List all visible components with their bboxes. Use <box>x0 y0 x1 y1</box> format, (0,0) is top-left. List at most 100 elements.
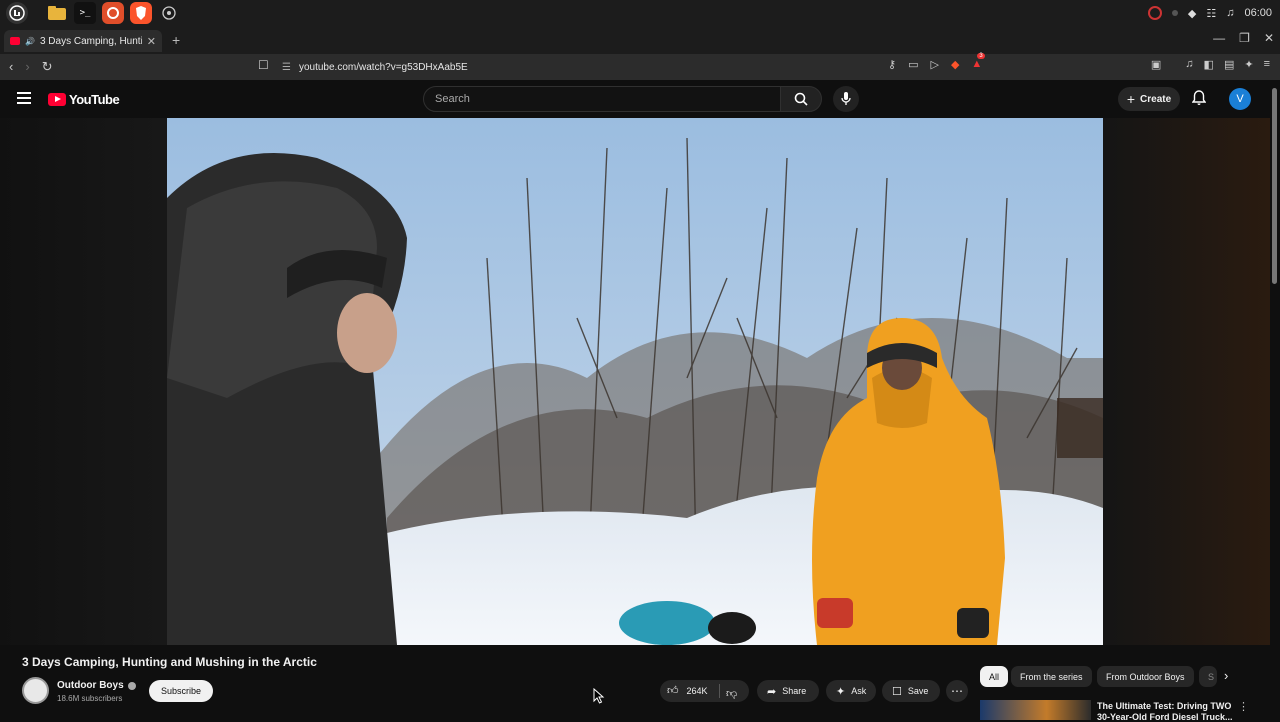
hamburger-menu-icon[interactable] <box>17 92 31 107</box>
save-button[interactable]: ☐ Save <box>882 680 940 702</box>
rewards-icon[interactable]: ▲ 3 <box>971 53 985 71</box>
chip-from-channel[interactable]: From Outdoor Boys <box>1097 666 1194 687</box>
more-dots-icon: ⋯ <box>951 684 963 698</box>
shield-icon[interactable]: ◆ <box>1188 7 1196 20</box>
thumbs-down-icon: 👎︎ <box>726 688 738 700</box>
like-count: 264K <box>686 685 708 696</box>
recommendation-title[interactable]: The Ultimate Test: Driving TWO <box>1097 700 1232 712</box>
plus-icon: + <box>1126 91 1136 107</box>
firefox-icon[interactable] <box>102 2 124 24</box>
address-bar-actions: ⚷ ▭ ▷ ◆ ▲ 3 <box>888 53 985 71</box>
channel-name: Outdoor Boys <box>57 680 124 691</box>
terminal-icon[interactable]: >_ <box>74 2 96 24</box>
wallet-icon[interactable]: ▤ <box>1224 58 1234 71</box>
ask-label: Ask <box>851 686 867 696</box>
menu-icon[interactable]: ≡ <box>1264 58 1270 71</box>
key-icon[interactable]: ⚷ <box>888 58 896 71</box>
chevron-right-icon[interactable]: › <box>1224 668 1228 683</box>
brave-icon[interactable] <box>130 2 152 24</box>
screenshot-icon[interactable]: ▣ <box>1151 58 1161 71</box>
url-text: youtube.com/watch?v=g53DHxAab5E <box>298 61 468 73</box>
search-button[interactable] <box>780 86 822 112</box>
like-button[interactable]: 👍︎ 264K <box>667 684 708 697</box>
rewards-count: 3 <box>977 53 985 59</box>
cast-icon[interactable]: ▭ <box>908 58 918 71</box>
minimize-icon[interactable]: — <box>1213 31 1225 45</box>
sparkle-icon: ✦ <box>836 685 846 698</box>
subscribe-button[interactable]: Subscribe <box>149 680 213 702</box>
search-icon <box>794 92 808 106</box>
forward-icon[interactable]: › <box>25 59 29 75</box>
youtube-logo-text: YouTube <box>69 92 120 107</box>
search-placeholder: Search <box>435 93 470 105</box>
reload-icon[interactable]: ↻ <box>42 59 53 75</box>
video-title: 3 Days Camping, Hunting and Mushing in t… <box>22 655 317 669</box>
system-tray: ◆ ☷ ♫ 06:00 <box>1147 0 1272 26</box>
recommendation-title-line2[interactable]: 30-Year-Old Ford Diesel Truck... <box>1097 712 1233 722</box>
youtube-favicon-icon <box>10 37 20 45</box>
leo-icon[interactable]: ✦ <box>1244 58 1253 71</box>
settings-icon[interactable] <box>158 2 180 24</box>
maximize-icon[interactable]: ❐ <box>1239 31 1250 45</box>
youtube-header: YouTube Search + Create V <box>0 80 1280 118</box>
voice-search-button[interactable] <box>833 86 859 112</box>
recommendation-thumbnail[interactable] <box>980 700 1091 720</box>
dislike-button[interactable]: 👎︎ <box>726 684 737 702</box>
record-icon[interactable] <box>1147 6 1162 20</box>
like-dislike-group: 👍︎ 264K 👎︎ <box>660 680 749 702</box>
more-actions-button[interactable]: ⋯ <box>946 680 968 702</box>
close-window-icon[interactable]: ✕ <box>1264 31 1274 45</box>
channel-name-row[interactable]: Outdoor Boys <box>57 680 136 691</box>
share-label: Share <box>782 686 807 696</box>
browser-tab[interactable]: 🔊 3 Days Camping, Hunting ✕ <box>4 30 162 52</box>
subscriber-count: 18.6M subscribers <box>57 694 123 703</box>
notifications-button[interactable] <box>1191 90 1207 111</box>
music-icon[interactable]: ♫ <box>1226 7 1234 19</box>
back-icon[interactable]: ‹ <box>9 59 13 75</box>
mouse-cursor-icon <box>593 688 605 704</box>
account-avatar[interactable]: V <box>1229 88 1251 110</box>
play-media-icon[interactable]: ▷ <box>930 58 938 71</box>
chip-all[interactable]: All <box>980 666 1009 687</box>
create-button[interactable]: + Create <box>1118 87 1180 111</box>
save-label: Save <box>907 686 929 696</box>
page-scrollbar[interactable] <box>1272 88 1277 284</box>
chip-more[interactable]: S <box>1199 666 1217 687</box>
bell-icon <box>1191 90 1207 105</box>
bookmark-icon[interactable]: ☐ <box>258 58 269 72</box>
toolbar-right-icons: ▣ ♫ ◧ ▤ ✦ ≡ <box>1151 58 1270 71</box>
share-icon: ➦ <box>767 685 777 698</box>
video-player[interactable] <box>167 118 1103 645</box>
site-info-icon[interactable]: ☰ <box>282 62 291 73</box>
verified-icon <box>127 681 136 690</box>
youtube-logo[interactable]: YouTube <box>48 92 120 107</box>
mint-menu-icon[interactable] <box>6 2 28 24</box>
video-frame <box>167 118 1103 645</box>
nav-buttons: ‹ › ↻ <box>9 59 53 75</box>
network-icon[interactable]: ☷ <box>1206 7 1216 20</box>
folder-icon[interactable] <box>46 2 68 24</box>
youtube-play-icon <box>48 93 66 106</box>
dot-icon <box>1171 10 1178 16</box>
tab-title: 3 Days Camping, Hunting <box>39 35 142 47</box>
tab-close-icon[interactable]: ✕ <box>147 35 156 48</box>
brave-shield-icon[interactable]: ◆ <box>951 58 959 71</box>
window-controls: — ❐ ✕ <box>1213 31 1274 45</box>
share-button[interactable]: ➦ Share <box>757 680 819 702</box>
speaker-icon[interactable]: 🔊 <box>25 37 35 46</box>
like-divider <box>719 684 720 698</box>
channel-avatar[interactable] <box>22 677 49 704</box>
ask-button[interactable]: ✦ Ask <box>826 680 876 702</box>
sidebar-icon[interactable]: ◧ <box>1204 58 1214 71</box>
bookmark-save-icon: ☐ <box>892 685 902 698</box>
thumbs-up-icon: 👍︎ <box>667 685 679 697</box>
create-label: Create <box>1140 93 1172 105</box>
search-input[interactable]: Search <box>423 86 781 112</box>
media-icon[interactable]: ♫ <box>1185 58 1193 71</box>
clock[interactable]: 06:00 <box>1244 7 1272 19</box>
os-taskbar: >_ ◆ ☷ ♫ 06:00 <box>0 0 1280 26</box>
new-tab-button[interactable]: + <box>172 32 180 48</box>
recommendation-menu-icon[interactable]: ⋮ <box>1238 700 1249 713</box>
chip-from-series[interactable]: From the series <box>1011 666 1092 687</box>
browser-tab-strip: 🔊 3 Days Camping, Hunting ✕ + — ❐ ✕ <box>0 26 1280 54</box>
